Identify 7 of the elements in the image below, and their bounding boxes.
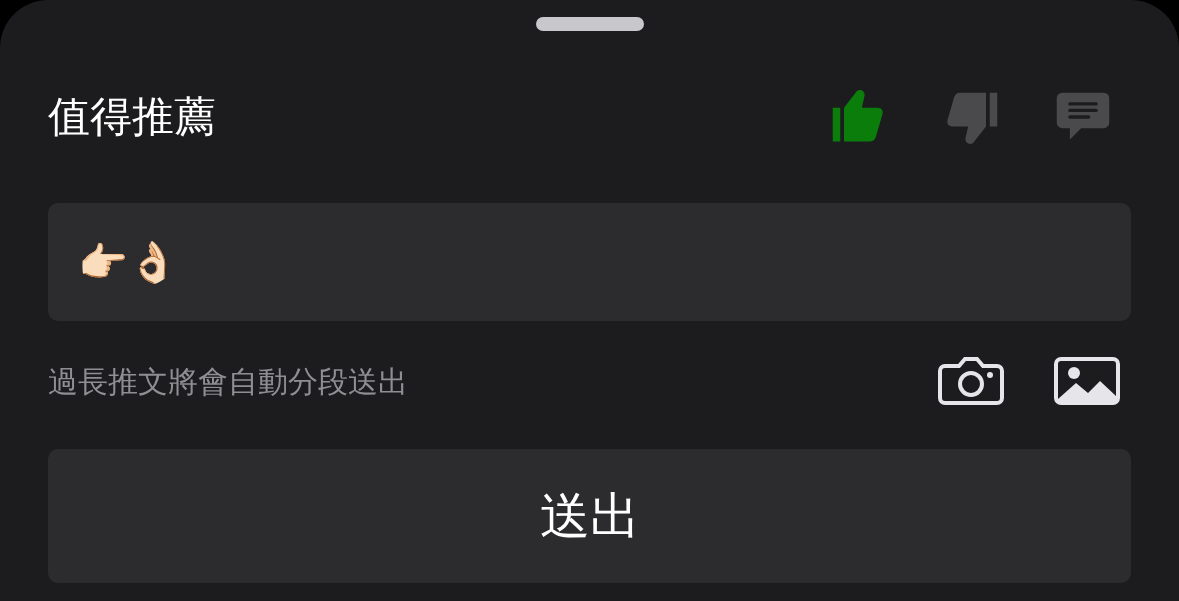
drag-handle[interactable] — [535, 17, 644, 31]
camera-button[interactable] — [937, 356, 1005, 406]
hint-text: 過長推文將會自動分段送出 — [48, 362, 408, 401]
submit-button[interactable]: 送出 — [48, 449, 1131, 583]
image-button[interactable] — [1053, 356, 1121, 406]
title: 值得推薦 — [48, 96, 216, 138]
input-field[interactable]: 👉🏻👌🏻 — [48, 203, 1131, 321]
